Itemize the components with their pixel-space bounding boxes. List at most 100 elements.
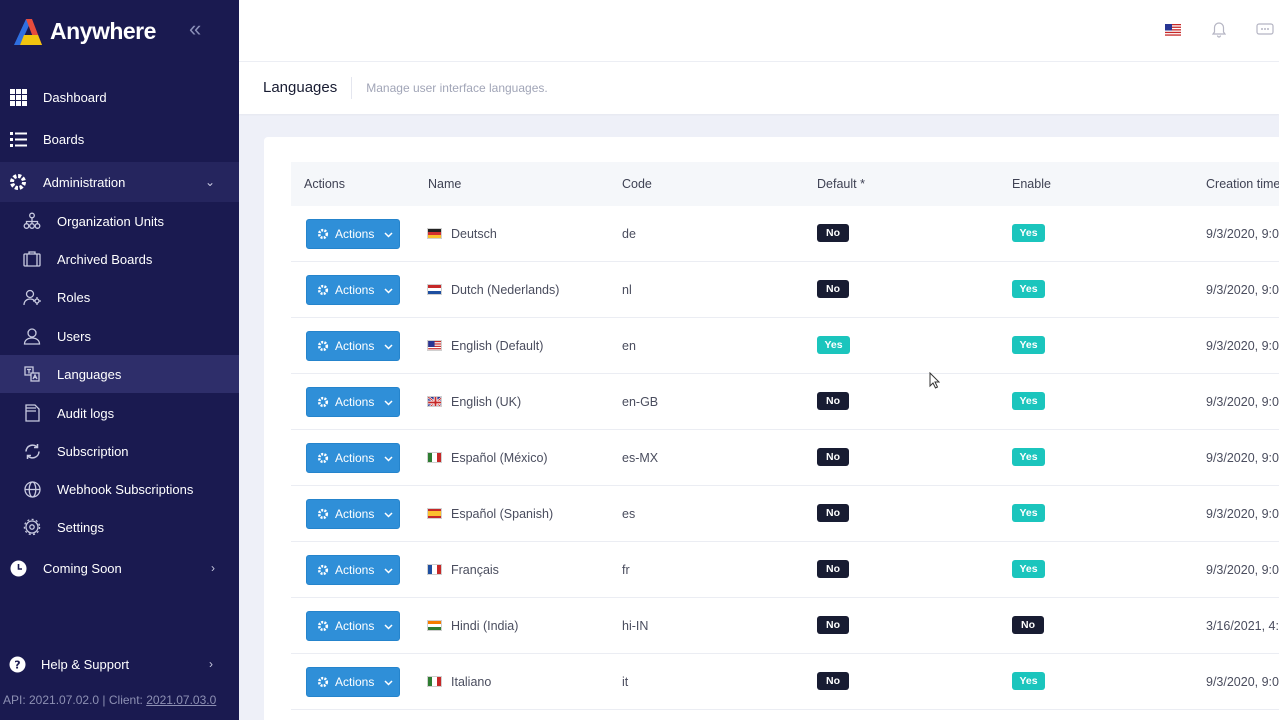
column-header-creation-time[interactable]: Creation time (1206, 177, 1279, 191)
sidebar-item-help-support[interactable]: ? Help & Support › (0, 645, 239, 683)
gear-icon (317, 228, 329, 240)
enable-badge: No (1012, 616, 1044, 634)
users-icon (23, 327, 41, 345)
default-badge: No (817, 616, 849, 634)
sidebar-item-languages[interactable]: Languages (0, 355, 239, 393)
table-row: Actions English (UK) en-GB No Yes 9/3/20… (291, 374, 1279, 430)
sidebar-item-roles[interactable]: Roles (0, 278, 239, 316)
flag-in-icon (427, 620, 442, 631)
sidebar-item-audit-logs[interactable]: Audit logs (0, 394, 239, 432)
default-badge: No (817, 448, 849, 466)
sidebar-item-archived-boards[interactable]: Archived Boards (0, 240, 239, 278)
sidebar-item-users[interactable]: Users (0, 317, 239, 355)
sidebar-item-dashboard[interactable]: Dashboard (0, 78, 239, 116)
language-name: English (UK) (451, 395, 522, 409)
grid-icon (9, 88, 27, 106)
flag-nl-icon (427, 284, 442, 295)
chevron-right-icon: › (211, 561, 215, 575)
actions-dropdown-button[interactable]: Actions (306, 555, 400, 585)
sidebar-item-label: Help & Support (41, 656, 130, 672)
sidebar-item-label: Languages (57, 366, 122, 382)
gear-icon (317, 340, 329, 352)
flag-es-icon (427, 508, 442, 519)
flag-us-icon (427, 340, 442, 351)
us-flag-icon[interactable] (1165, 24, 1181, 39)
table-row: Actions Hindi (India) hi-IN No No 3/16/2… (291, 598, 1279, 654)
actions-dropdown-button[interactable]: Actions (306, 611, 400, 641)
language-code: de (622, 227, 636, 241)
column-header-actions[interactable]: Actions (304, 177, 345, 191)
actions-dropdown-button[interactable]: Actions (306, 443, 400, 473)
flag-gb-icon (427, 396, 442, 407)
enable-badge: Yes (1012, 560, 1045, 578)
language-code: hi-IN (622, 619, 649, 633)
table-row: Actions Italiano it No Yes 9/3/2020, 9:0 (291, 654, 1279, 710)
column-header-code[interactable]: Code (622, 177, 652, 191)
flag-mx-icon (427, 452, 442, 463)
language-code: fr (622, 563, 630, 577)
column-header-name[interactable]: Name (428, 177, 461, 191)
version-info: API: 2021.07.02.0 | Client: 2021.07.03.0 (3, 693, 216, 707)
gear-icon (317, 452, 329, 464)
sidebar-item-label: Users (57, 328, 91, 344)
default-badge: No (817, 392, 849, 410)
sidebar-item-organization-units[interactable]: Organization Units (0, 202, 239, 240)
language-name: Français (451, 563, 499, 577)
actions-dropdown-button[interactable]: Actions (306, 275, 400, 305)
sidebar-item-label: Coming Soon (43, 560, 122, 576)
default-badge: No (817, 672, 849, 690)
collapse-sidebar-icon[interactable]: « (189, 18, 209, 40)
table-row: Actions Français fr No Yes 9/3/2020, 9:0 (291, 542, 1279, 598)
actions-label: Actions (335, 619, 375, 633)
roles-icon (23, 288, 41, 306)
list-icon (9, 130, 27, 148)
chevron-down-icon (384, 227, 393, 241)
actions-label: Actions (335, 507, 375, 521)
sidebar-item-settings[interactable]: Settings (0, 508, 239, 546)
creation-time: 9/3/2020, 9:0 (1206, 563, 1279, 577)
actions-dropdown-button[interactable]: Actions (306, 331, 400, 361)
actions-dropdown-button[interactable]: Actions (306, 499, 400, 529)
column-header-default[interactable]: Default * (817, 177, 865, 191)
sidebar-item-boards[interactable]: Boards (0, 120, 239, 158)
language-name: Deutsch (451, 227, 497, 241)
languages-table: Actions Name Code Default * Enable Creat… (291, 162, 1279, 710)
sidebar-item-administration[interactable]: Administration ⌄ (0, 162, 239, 202)
sidebar-item-coming-soon[interactable]: Coming Soon › (0, 549, 239, 587)
language-name: Hindi (India) (451, 619, 519, 633)
actions-dropdown-button[interactable]: Actions (306, 387, 400, 417)
column-header-enable[interactable]: Enable (1012, 177, 1051, 191)
actions-label: Actions (335, 451, 375, 465)
language-name: Italiano (451, 675, 492, 689)
actions-dropdown-button[interactable]: Actions (306, 667, 400, 697)
svg-text:?: ? (14, 658, 20, 671)
languages-icon (23, 365, 41, 383)
creation-time: 9/3/2020, 9:0 (1206, 395, 1279, 409)
default-badge: Yes (817, 336, 850, 354)
sidebar-item-label: Settings (57, 519, 104, 535)
brand-name: Anywhere (50, 17, 156, 44)
language-code: es-MX (622, 451, 659, 465)
chevron-down-icon (384, 451, 393, 465)
chevron-down-icon (384, 395, 393, 409)
bell-icon[interactable] (1211, 22, 1227, 41)
sidebar-item-label: Archived Boards (57, 251, 153, 267)
enable-badge: Yes (1012, 448, 1045, 466)
languages-card: Actions Name Code Default * Enable Creat… (264, 137, 1279, 720)
version-client-link[interactable]: 2021.07.03.0 (146, 693, 216, 707)
sidebar-item-label: Roles (57, 289, 91, 305)
table-header: Actions Name Code Default * Enable Creat… (291, 162, 1279, 206)
sidebar-item-label: Subscription (57, 443, 129, 459)
language-name: Español (Spanish) (451, 507, 554, 521)
sidebar-item-label: Audit logs (57, 405, 115, 421)
gear-icon (317, 620, 329, 632)
brand[interactable]: Anywhere « (0, 0, 239, 62)
chevron-down-icon (384, 507, 393, 521)
chat-icon[interactable] (1256, 22, 1274, 41)
sidebar-item-subscription[interactable]: Subscription (0, 432, 239, 470)
creation-time: 9/3/2020, 9:0 (1206, 283, 1279, 297)
default-badge: No (817, 560, 849, 578)
actions-dropdown-button[interactable]: Actions (306, 219, 400, 249)
language-name: Español (México) (451, 451, 548, 465)
sidebar-item-webhook-subscriptions[interactable]: Webhook Subscriptions (0, 470, 239, 508)
